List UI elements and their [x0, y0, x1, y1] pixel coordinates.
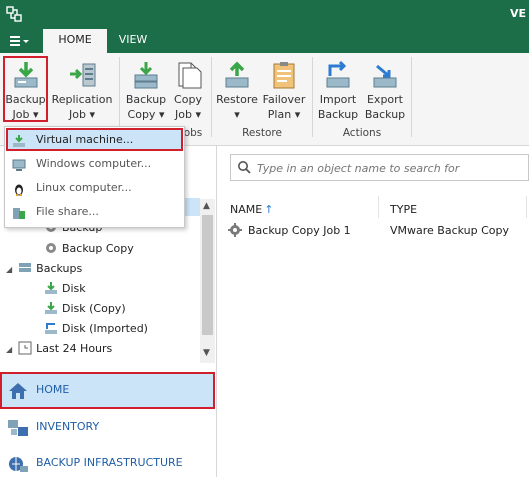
import-backup-button[interactable]: Import Backup — [315, 57, 361, 122]
file-share-icon — [12, 205, 26, 219]
sort-ascending-icon: ↑ — [264, 203, 274, 216]
ribbon-separator — [119, 57, 120, 137]
menu-item-linux-computer[interactable]: Linux computer... — [6, 176, 183, 199]
title-bar: VE — [0, 0, 529, 29]
tree-item-disk[interactable]: Disk — [44, 281, 86, 295]
row-name: Backup Copy Job 1 — [248, 224, 351, 237]
ribbon-tab-bar: HOME VIEW — [0, 29, 529, 53]
row-type: VMware Backup Copy — [390, 224, 510, 237]
export-backup-button[interactable]: Export Backup — [362, 57, 408, 122]
nav-home[interactable]: HOME — [0, 372, 215, 409]
ribbon-separator — [411, 57, 412, 137]
expand-arrow-icon[interactable]: ◢ — [6, 265, 12, 274]
chevron-down-icon: ▾ — [89, 108, 95, 121]
backup-copy-label-2: Copy — [127, 108, 156, 121]
ribbon-separator — [312, 57, 313, 137]
copy-job-icon — [173, 60, 203, 90]
disk-copy-icon — [44, 301, 58, 315]
restore-label: Restore — [216, 93, 258, 106]
column-divider — [526, 196, 527, 218]
windows-computer-icon — [12, 157, 26, 171]
replication-job-label-2: Job — [69, 108, 86, 121]
nav-inventory[interactable]: INVENTORY — [0, 409, 215, 445]
tree-item-backup-copy[interactable]: Backup Copy — [44, 241, 134, 255]
chevron-down-icon: ▾ — [294, 108, 301, 121]
column-divider — [378, 196, 379, 218]
scroll-down-icon[interactable]: ▼ — [203, 348, 210, 358]
backup-job-label-2: Job — [12, 108, 30, 121]
failover-plan-button[interactable]: Failover Plan ▾ — [261, 57, 307, 122]
gear-icon — [228, 223, 242, 237]
replication-job-label-1: Replication — [51, 93, 113, 106]
export-backup-label-2: Backup — [364, 108, 406, 121]
chevron-down-icon: ▾ — [32, 108, 39, 121]
import-backup-label-1: Import — [319, 93, 357, 106]
history-icon — [18, 341, 32, 355]
import-backup-label-2: Backup — [317, 108, 359, 121]
backup-copy-icon — [131, 60, 161, 90]
menu-item-file-share[interactable]: File share... — [6, 200, 183, 223]
export-backup-icon — [370, 60, 400, 90]
chevron-down-icon: ▾ — [234, 108, 240, 121]
ribbon-separator — [211, 57, 212, 137]
menu-item-virtual-machine[interactable]: Virtual machine... — [6, 128, 183, 151]
export-backup-label-1: Export — [366, 93, 403, 106]
tab-view[interactable]: VIEW — [110, 29, 156, 53]
replication-job-icon — [67, 60, 97, 90]
scroll-up-icon[interactable]: ▲ — [203, 201, 210, 211]
home-icon — [7, 380, 29, 400]
tree-item-disk-copy[interactable]: Disk (Copy) — [44, 301, 126, 315]
tree-item-backups[interactable]: ◢ Backups — [6, 261, 82, 275]
search-box[interactable] — [230, 154, 529, 181]
tree-scrollbar[interactable]: ▲ ▼ — [200, 199, 215, 363]
column-header-type[interactable]: TYPE — [390, 203, 417, 216]
tree-item-disk-imported[interactable]: Disk (Imported) — [44, 321, 148, 335]
menu-item-windows-computer[interactable]: Windows computer... — [6, 152, 183, 175]
copy-job-button[interactable]: Copy Job ▾ — [170, 57, 206, 122]
window-title: VE — [510, 7, 527, 20]
failover-plan-icon — [269, 60, 299, 90]
column-header-name[interactable]: NAME ↑ — [230, 203, 273, 216]
tab-home[interactable]: HOME — [43, 29, 107, 53]
group-label-restore: Restore — [242, 127, 282, 139]
backup-job-icon — [11, 60, 41, 90]
disk-imported-icon — [44, 321, 58, 335]
backup-infrastructure-icon — [7, 453, 29, 473]
backup-job-button[interactable]: Backup Job ▾ — [3, 56, 48, 122]
backups-folder-icon — [18, 261, 32, 275]
restore-button[interactable]: Restore ▾ — [215, 57, 259, 122]
inventory-icon — [7, 417, 29, 437]
scrollbar-thumb[interactable] — [202, 215, 213, 335]
search-icon — [237, 160, 251, 174]
vm-icon — [12, 133, 26, 147]
tree-item-last-24-hours[interactable]: ◢ Last 24 Hours — [6, 341, 112, 355]
chevron-down-icon: ▾ — [158, 108, 165, 121]
disk-icon — [44, 281, 58, 295]
nav-backup-infrastructure[interactable]: BACKUP INFRASTRUCTURE — [0, 445, 215, 481]
replication-job-button[interactable]: Replication Job ▾ — [50, 57, 114, 122]
backup-job-label-1: Backup — [5, 93, 46, 106]
group-label-jobs: obs — [183, 127, 203, 139]
main-menu-icon[interactable] — [10, 34, 32, 48]
backup-copy-label-1: Backup — [125, 93, 167, 106]
table-row[interactable]: Backup Copy Job 1 VMware Backup Copy — [226, 221, 529, 241]
chevron-down-icon: ▾ — [195, 108, 201, 121]
copy-job-label-2: Job — [175, 108, 192, 121]
backup-job-dropdown-menu: Virtual machine... Windows computer... L… — [4, 126, 185, 228]
import-backup-icon — [323, 60, 353, 90]
linux-computer-icon — [12, 181, 26, 196]
failover-plan-label-2: Plan — [267, 108, 292, 121]
restore-icon — [222, 60, 252, 90]
search-input[interactable] — [255, 158, 519, 178]
expand-arrow-icon[interactable]: ◢ — [6, 345, 12, 354]
group-label-actions: Actions — [342, 127, 382, 139]
app-logo-icon — [6, 6, 22, 22]
failover-plan-label-1: Failover — [262, 93, 306, 106]
backup-copy-icon — [44, 241, 58, 255]
backup-copy-button[interactable]: Backup Copy ▾ — [123, 57, 169, 122]
copy-job-label-1: Copy — [174, 93, 202, 106]
